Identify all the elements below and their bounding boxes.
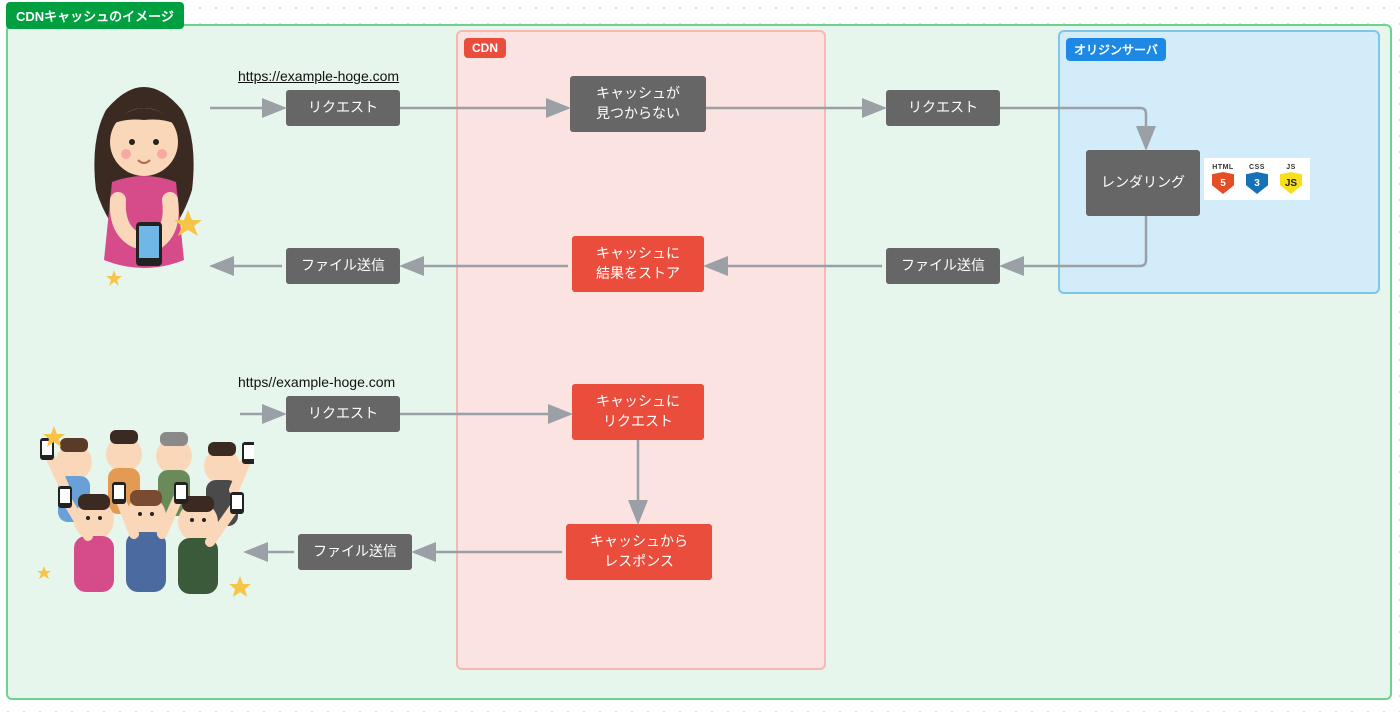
origin-region-label: オリジンサーバ	[1066, 38, 1166, 61]
user-single-illustration	[66, 70, 222, 286]
tech-badges: HTML 5 CSS 3 JS JS	[1204, 158, 1310, 200]
file-send-node-origin: ファイル送信	[886, 248, 1000, 284]
file-send-node-cdn-1: ファイル送信	[286, 248, 400, 284]
cache-miss-node: キャッシュが 見つからない	[570, 76, 706, 132]
url-label-second: https//example-hoge.com	[238, 374, 395, 390]
cache-store-node: キャッシュに 結果をストア	[572, 236, 704, 292]
html5-icon: HTML 5	[1210, 164, 1236, 194]
rendering-node: レンダリング	[1086, 150, 1200, 216]
js-icon: JS JS	[1278, 164, 1304, 194]
diagram-canvas: CDNキャッシュのイメージ CDN オリジンサーバ	[0, 0, 1400, 712]
diagram-title-pill: CDNキャッシュのイメージ	[6, 2, 184, 29]
request-node-3: リクエスト	[286, 396, 400, 432]
url-label-first: https://example-hoge.com	[238, 68, 399, 84]
user-crowd-illustration	[34, 416, 254, 616]
css3-icon: CSS 3	[1244, 164, 1270, 194]
cdn-region-label: CDN	[464, 38, 506, 58]
cache-response-node: キャッシュから レスポンス	[566, 524, 712, 580]
cache-request-node: キャッシュに リクエスト	[572, 384, 704, 440]
request-node-2: リクエスト	[886, 90, 1000, 126]
request-node-1: リクエスト	[286, 90, 400, 126]
file-send-node-cdn-2: ファイル送信	[298, 534, 412, 570]
